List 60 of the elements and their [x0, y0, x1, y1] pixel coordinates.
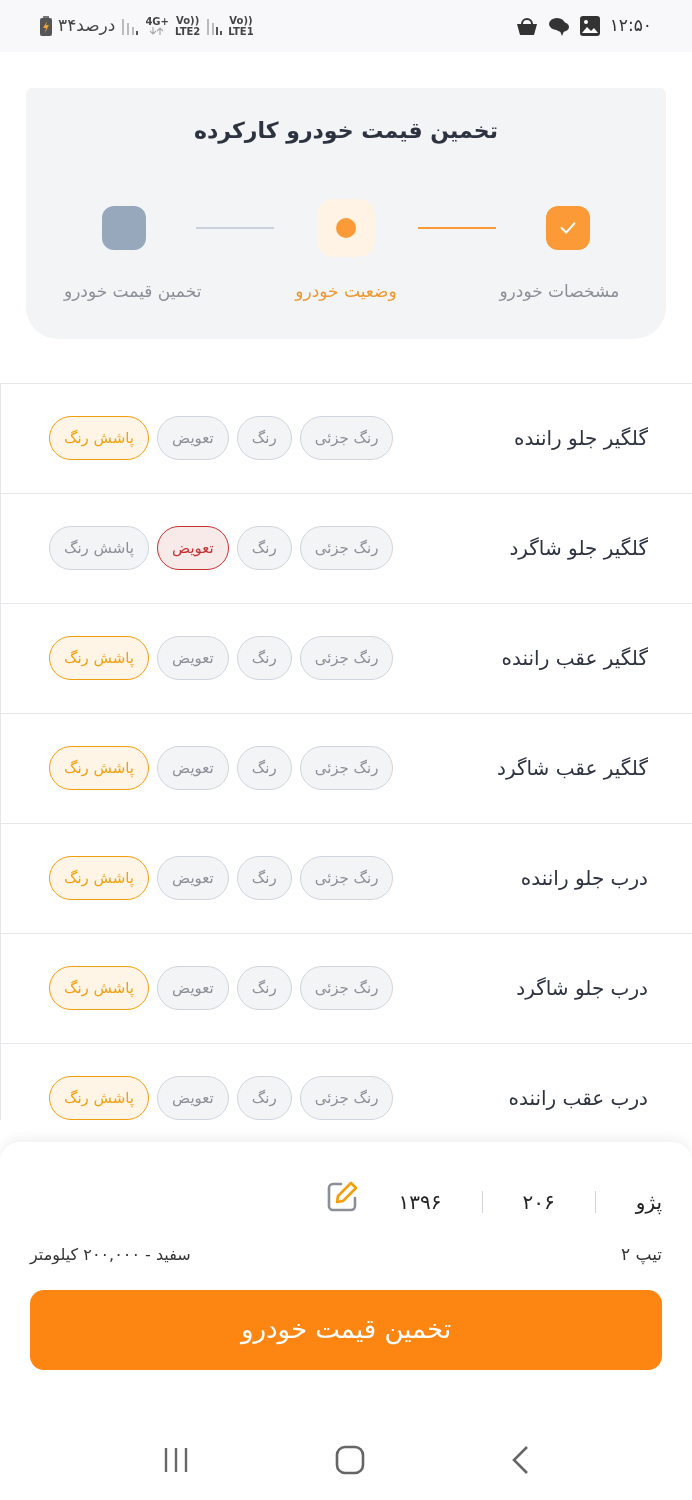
damage-option-chip[interactable]: رنگ جزئی: [299, 966, 394, 1010]
step-label: وضعیت خودرو: [295, 280, 397, 303]
damage-option-chip[interactable]: رنگ جزئی: [299, 526, 394, 570]
step-label: مشخصات خودرو: [499, 280, 620, 303]
damage-option-chip[interactable]: پاشش رنگ: [49, 526, 150, 570]
damage-option-chip[interactable]: رنگ جزئی: [299, 416, 394, 460]
car-model: ۲۰۶: [522, 1189, 555, 1216]
damage-option-chip[interactable]: تعویض: [157, 966, 229, 1010]
signal-icon: [121, 17, 140, 35]
part-name: درب عقب راننده: [507, 1085, 648, 1112]
estimate-price-button[interactable]: تخمین قیمت خودرو: [30, 1289, 662, 1370]
damage-option-chip[interactable]: تعویض: [157, 416, 229, 460]
damage-option-chip[interactable]: رنگ: [236, 966, 292, 1010]
part-name: گلگیر جلو راننده: [512, 425, 648, 452]
page-title: تخمین قیمت خودرو کارکرده: [193, 117, 499, 146]
image-icon: [579, 16, 600, 36]
battery-percentage: ۳۴درصد: [58, 14, 116, 38]
step-label: تخمین قیمت خودرو: [63, 280, 202, 303]
damage-option-chip[interactable]: رنگ: [236, 526, 292, 570]
part-name: گلگیر عقب شاگرد: [496, 755, 648, 782]
home-icon[interactable]: [335, 1445, 365, 1475]
car-color-mileage: سفید - ۲۰۰,۰۰۰ کیلومتر: [30, 1243, 191, 1267]
damage-option-chip[interactable]: رنگ: [236, 636, 292, 680]
damage-option-chip[interactable]: رنگ: [236, 856, 292, 900]
damage-option-chip[interactable]: پاشش رنگ: [49, 746, 150, 790]
part-name: درب جلو راننده: [519, 865, 648, 892]
car-brand: پژو: [635, 1189, 662, 1217]
shopping-bag-icon: [515, 15, 538, 37]
volte-label: Vo)): [176, 15, 200, 26]
damage-option-chip[interactable]: رنگ: [236, 746, 292, 790]
part-name: گلگیر عقب راننده: [500, 645, 648, 672]
damage-option-chip[interactable]: رنگ: [236, 1076, 292, 1120]
damage-option-chip[interactable]: تعویض: [157, 636, 229, 680]
volte-label: Vo)): [229, 15, 253, 26]
network-label: LTE2: [174, 26, 201, 37]
damage-option-chip[interactable]: رنگ جزئی: [299, 636, 394, 680]
damage-option-chip[interactable]: تعویض: [157, 1076, 229, 1120]
clock-time: ۱۲:۵۰: [609, 14, 652, 38]
signal-icon: [206, 17, 223, 35]
car-year: ۱۳۹۶: [398, 1189, 442, 1216]
damage-option-chip[interactable]: رنگ: [236, 416, 292, 460]
damage-option-chip[interactable]: رنگ جزئی: [299, 746, 394, 790]
damage-option-chip[interactable]: تعویض: [157, 856, 229, 900]
network-type: 4G+: [145, 17, 169, 27]
damage-option-chip[interactable]: پاشش رنگ: [49, 856, 150, 900]
damage-option-chip[interactable]: پاشش رنگ: [49, 636, 150, 680]
part-name: درب جلو شاگرد: [515, 975, 648, 1002]
damage-option-chip[interactable]: پاشش رنگ: [49, 416, 150, 460]
chat-bubbles-icon: [547, 16, 570, 36]
data-arrows-icon: [150, 27, 165, 35]
damage-option-chip[interactable]: پاشش رنگ: [49, 1076, 150, 1120]
damage-option-chip[interactable]: پاشش رنگ: [49, 966, 150, 1010]
part-name: گلگیر جلو شاگرد: [508, 535, 648, 562]
network-label: LTE1: [228, 26, 254, 37]
damage-option-chip[interactable]: رنگ جزئی: [299, 1076, 394, 1120]
damage-option-chip[interactable]: تعویض: [157, 526, 229, 570]
damage-option-chip[interactable]: رنگ جزئی: [299, 856, 394, 900]
car-trim: تیپ ۲: [620, 1243, 662, 1267]
damage-option-chip[interactable]: تعویض: [157, 746, 229, 790]
battery-icon: [40, 16, 52, 36]
